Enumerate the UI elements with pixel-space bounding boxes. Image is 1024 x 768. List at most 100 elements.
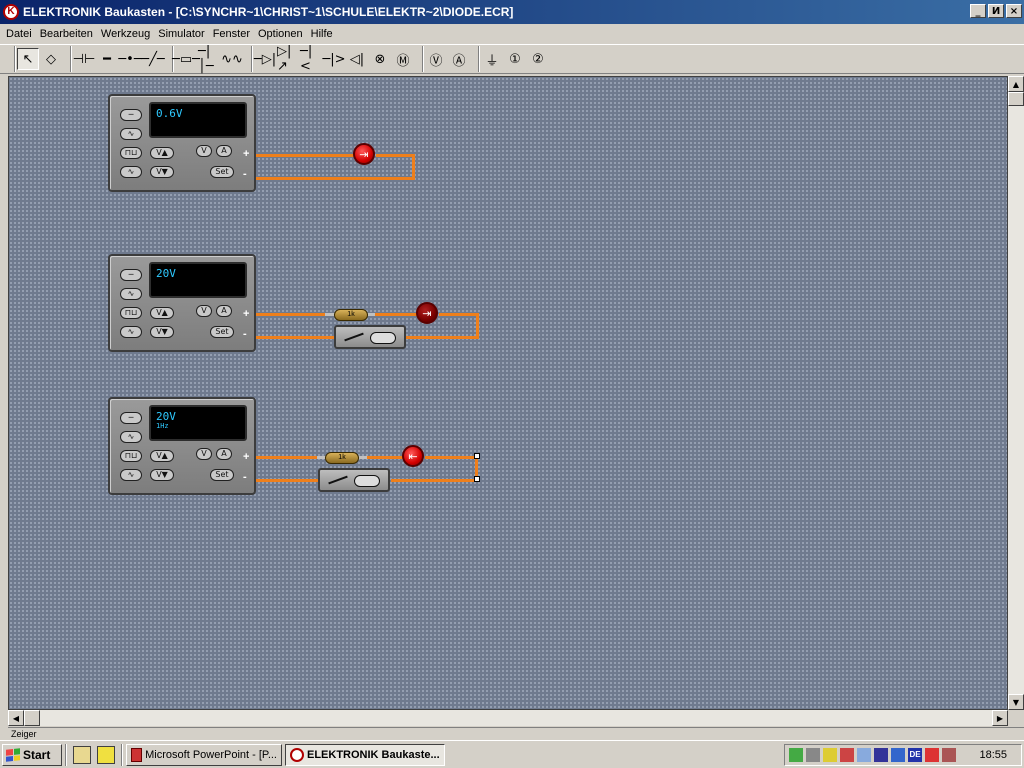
restore-button[interactable]: И — [988, 4, 1004, 18]
horizontal-scroll-thumb[interactable] — [24, 710, 40, 726]
resistor-icon[interactable]: 1k — [325, 452, 359, 464]
wire[interactable] — [256, 479, 318, 482]
show-desktop-icon[interactable] — [73, 745, 91, 764]
scroll-right-icon[interactable]: ▶ — [992, 710, 1008, 726]
power-supply-2[interactable]: 20V ─ ∿ ⊓⊔ ∿ V▲ V▼ V A Set + - — [108, 254, 256, 352]
tray-app-icon[interactable] — [942, 748, 956, 762]
sine-wave-button[interactable]: ∿ — [120, 469, 142, 481]
vertical-scroll-thumb[interactable] — [1008, 92, 1024, 106]
ground-tool-icon[interactable]: ⏚ — [481, 48, 503, 70]
pointer-tool-icon[interactable]: ↖ — [17, 48, 39, 70]
transistor-npn-tool-icon[interactable]: ─|< — [300, 44, 322, 74]
dc-mode-button[interactable]: ─ — [120, 109, 142, 121]
junction-tool-icon[interactable]: ─•─ — [118, 48, 141, 70]
cell-tool-icon[interactable]: ─|│─ — [198, 44, 220, 74]
voltage-down-button[interactable]: V▼ — [150, 469, 174, 481]
menu-datei[interactable]: Datei — [6, 28, 32, 40]
dc-mode-button[interactable]: ─ — [120, 412, 142, 424]
amp-button[interactable]: A — [216, 145, 232, 157]
wire[interactable] — [256, 313, 334, 316]
ac-mode-button[interactable]: ∿ — [120, 431, 142, 443]
selection-handle[interactable] — [474, 453, 480, 459]
set-button[interactable]: Set — [210, 326, 234, 338]
set-button[interactable]: Set — [210, 469, 234, 481]
power-supply-3[interactable]: 20V 1Hz ─ ∿ ⊓⊔ ∿ V▲ V▼ V A Set + - — [108, 397, 256, 495]
ac-mode-button[interactable]: ∿ — [120, 288, 142, 300]
tray-app-icon[interactable] — [925, 748, 939, 762]
wire[interactable] — [425, 456, 477, 459]
ammeter-tool-icon[interactable]: Ⓐ — [448, 48, 470, 70]
display-icon[interactable] — [874, 748, 888, 762]
circuit-canvas[interactable]: 0.6V ─ ∿ ⊓⊔ ∿ V▲ V▼ V A Set + - ⇥ 20V ─ … — [8, 76, 1008, 710]
voltage-down-button[interactable]: V▼ — [150, 166, 174, 178]
capacitor-tool-icon[interactable]: ⊣⊢ — [73, 48, 96, 70]
voltage-up-button[interactable]: V▲ — [150, 450, 174, 462]
motor-tool-icon[interactable]: Ⓜ — [392, 48, 414, 70]
probe-2-tool-icon[interactable]: ② — [527, 48, 549, 70]
scroll-up-icon[interactable]: ▲ — [1008, 76, 1024, 92]
lamp-tool-icon[interactable]: ⊗ — [369, 48, 391, 70]
wire[interactable] — [256, 456, 325, 459]
volt-button[interactable]: V — [196, 305, 212, 317]
wire[interactable] — [256, 154, 354, 157]
wire[interactable] — [376, 154, 415, 157]
eraser-tool-icon[interactable]: ◇ — [40, 48, 62, 70]
volume-icon[interactable] — [806, 748, 820, 762]
menu-fenster[interactable]: Fenster — [213, 28, 250, 40]
led-tool-icon[interactable]: ▷|↗ — [277, 44, 299, 74]
led-diode-icon[interactable]: ⇥ — [416, 302, 438, 324]
wire[interactable] — [375, 313, 417, 316]
volt-button[interactable]: V — [196, 145, 212, 157]
wire-tool-icon[interactable]: ━ — [96, 48, 118, 70]
wire[interactable] — [439, 313, 479, 316]
volt-button[interactable]: V — [196, 448, 212, 460]
selection-handle[interactable] — [474, 476, 480, 482]
language-indicator[interactable]: DE — [908, 748, 922, 762]
transistor-pnp-tool-icon[interactable]: ─|> — [322, 48, 345, 70]
coil-tool-icon[interactable]: ∿∿ — [221, 48, 243, 70]
menu-bearbeiten[interactable]: Bearbeiten — [40, 28, 93, 40]
switch-component[interactable] — [334, 325, 406, 349]
probe-1-tool-icon[interactable]: ① — [504, 48, 526, 70]
tray-app-icon[interactable] — [840, 748, 854, 762]
voltage-down-button[interactable]: V▼ — [150, 326, 174, 338]
minimize-button[interactable]: _ — [970, 4, 986, 18]
wire[interactable] — [367, 456, 403, 459]
sine-wave-button[interactable]: ∿ — [120, 326, 142, 338]
voltage-up-button[interactable]: V▲ — [150, 147, 174, 159]
wire[interactable] — [405, 336, 479, 339]
taskbar-elektronik-button[interactable]: ELEKTRONIK Baukaste... — [285, 743, 445, 766]
resistor-tool-icon[interactable]: ─▭─ — [172, 48, 200, 70]
diode-tool-icon[interactable]: ─▷| — [254, 48, 276, 70]
search-icon[interactable] — [857, 748, 871, 762]
tray-app-icon[interactable] — [823, 748, 837, 762]
voltmeter-tool-icon[interactable]: Ⓥ — [425, 48, 447, 70]
wire[interactable] — [412, 154, 415, 179]
menu-werkzeug[interactable]: Werkzeug — [101, 28, 150, 40]
wire[interactable] — [391, 479, 477, 482]
switch-component[interactable] — [318, 468, 390, 492]
amp-button[interactable]: A — [216, 305, 232, 317]
voltage-up-button[interactable]: V▲ — [150, 307, 174, 319]
led-diode-icon[interactable]: ⇤ — [402, 445, 424, 467]
switch-tool-icon[interactable]: ─╱─ — [141, 48, 164, 70]
dc-mode-button[interactable]: ─ — [120, 269, 142, 281]
amp-button[interactable]: A — [216, 448, 232, 460]
led-diode-icon[interactable]: ⇥ — [353, 143, 375, 165]
horizontal-scrollbar[interactable]: ◀ ▶ — [8, 710, 1008, 726]
menu-simulator[interactable]: Simulator — [158, 28, 204, 40]
scroll-down-icon[interactable]: ▼ — [1008, 694, 1024, 710]
wire[interactable] — [256, 336, 334, 339]
quicklaunch-app-icon[interactable] — [97, 745, 115, 764]
switch-knob[interactable] — [354, 475, 380, 487]
power-supply-1[interactable]: 0.6V ─ ∿ ⊓⊔ ∿ V▲ V▼ V A Set + - — [108, 94, 256, 192]
phone-icon[interactable] — [891, 748, 905, 762]
start-button[interactable]: Start — [2, 743, 62, 766]
app-icon[interactable]: K — [3, 4, 19, 20]
close-button[interactable]: × — [1006, 4, 1022, 18]
menu-optionen[interactable]: Optionen — [258, 28, 303, 40]
square-wave-button[interactable]: ⊓⊔ — [120, 450, 142, 462]
set-button[interactable]: Set — [210, 166, 234, 178]
clock[interactable]: 18:55 — [979, 749, 1007, 761]
wire[interactable] — [256, 177, 415, 180]
